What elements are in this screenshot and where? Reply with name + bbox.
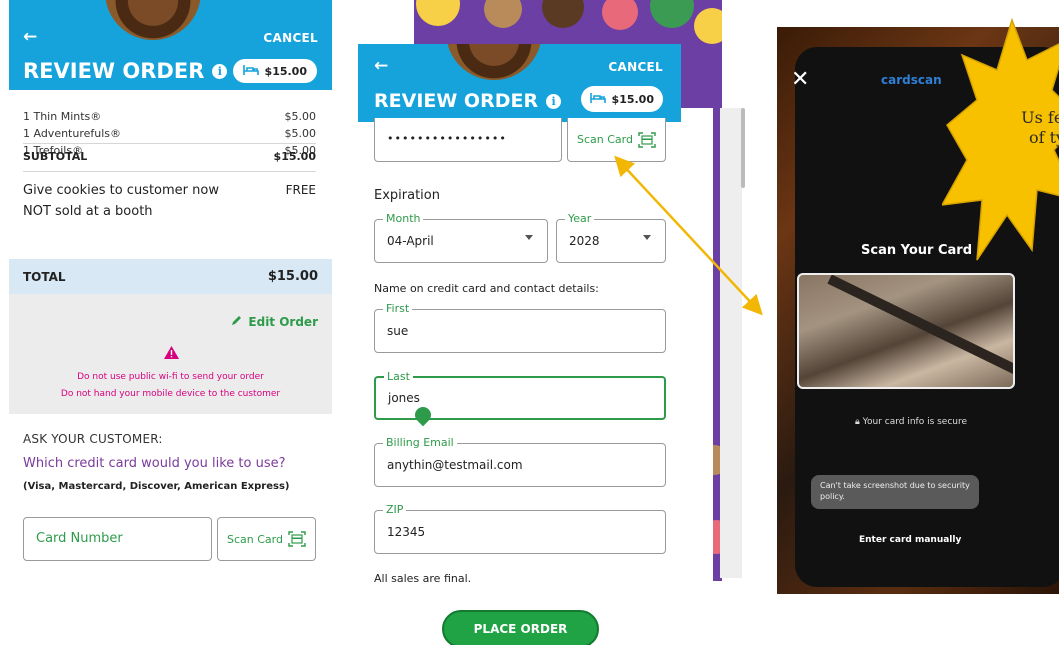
- first-value: sue: [387, 324, 409, 338]
- ask-customer-heading: ASK YOUR CUSTOMER:: [23, 432, 163, 446]
- zip-value: 12345: [387, 525, 426, 539]
- card-number-placeholder: Card Number: [36, 531, 123, 546]
- item-name: 1 Thin Mints®: [23, 110, 102, 123]
- zip-label: ZIP: [383, 503, 407, 516]
- scan-card-icon: [638, 131, 656, 148]
- page-title-text: REVIEW ORDER: [23, 59, 205, 83]
- email-field[interactable]: Billing Email anythin@testmail.com: [374, 436, 666, 487]
- back-arrow-icon[interactable]: ←: [23, 27, 37, 47]
- total-value: $15.00: [267, 269, 318, 284]
- give-cookies-price: FREE: [285, 183, 316, 197]
- first-name-field[interactable]: First sue: [374, 302, 666, 353]
- last-label: Last: [384, 370, 413, 383]
- header-bar: ← CANCEL REVIEW ORDER i $15.00: [9, 0, 332, 90]
- callout-text: Us fea of ty: [1021, 108, 1059, 147]
- warning-triangle-icon: [164, 344, 179, 359]
- edit-order-button[interactable]: Edit Order: [231, 314, 318, 329]
- zip-field[interactable]: ZIP 12345: [374, 503, 666, 554]
- cookie-shape: [650, 0, 694, 28]
- secure-note: 🔒︎ Your card info is secure: [855, 417, 967, 427]
- year-value: 2028: [569, 234, 600, 248]
- cart-total: $15.00: [611, 92, 654, 106]
- cookie-image: [105, 0, 201, 40]
- card-number-input[interactable]: Card Number: [23, 517, 212, 561]
- cookie-shape: [416, 0, 460, 26]
- cart-icon: [242, 64, 259, 79]
- year-label: Year: [565, 212, 595, 225]
- scan-card-button[interactable]: Scan Card: [567, 118, 666, 162]
- cancel-button[interactable]: CANCEL: [608, 60, 663, 74]
- cookie-shape: [542, 0, 584, 28]
- total-label: TOTAL: [23, 269, 66, 284]
- not-sold-text: NOT sold at a booth: [23, 204, 153, 219]
- item-name: 1 Adventurefuls®: [23, 127, 122, 140]
- pencil-icon: [231, 314, 243, 329]
- panel-background: [720, 108, 742, 578]
- item-price: $5.00: [284, 110, 317, 123]
- page-title-text: REVIEW ORDER: [374, 90, 539, 112]
- cardscan-logo: cardscan: [881, 73, 942, 87]
- total-row: TOTAL $15.00: [9, 259, 332, 294]
- month-select[interactable]: Month 04-April: [374, 212, 548, 263]
- cancel-button[interactable]: CANCEL: [263, 31, 318, 45]
- delivery-option: Give cookies to customer now FREE NOT so…: [23, 180, 316, 222]
- cookie-image: [446, 44, 542, 80]
- divider: [23, 143, 316, 144]
- back-arrow-icon[interactable]: ←: [374, 56, 388, 76]
- name-contact-label: Name on credit card and contact details:: [374, 282, 599, 295]
- first-label: First: [383, 302, 413, 315]
- subtotal-label: SUBTOTAL: [23, 150, 88, 163]
- last-value: jones: [388, 391, 420, 405]
- list-item: 1 Thin Mints® $5.00: [23, 108, 316, 125]
- page-title: REVIEW ORDER i: [374, 90, 562, 112]
- place-order-button[interactable]: PLACE ORDER: [442, 610, 599, 645]
- header-bar: ← CANCEL REVIEW ORDER i $15.00: [358, 44, 681, 122]
- cart-icon: [589, 92, 606, 107]
- cart-total-badge[interactable]: $15.00: [232, 59, 317, 83]
- info-icon[interactable]: i: [546, 93, 562, 109]
- info-icon[interactable]: i: [212, 63, 228, 79]
- scan-card-button[interactable]: Scan Card: [217, 517, 316, 561]
- all-sales-final-text: All sales are final.: [374, 572, 472, 585]
- year-select[interactable]: Year 2028: [556, 212, 666, 263]
- email-label: Billing Email: [383, 436, 457, 449]
- scan-card-icon: [288, 531, 306, 547]
- give-cookies-text: Give cookies to customer now: [23, 183, 219, 198]
- chevron-down-icon: [525, 235, 533, 240]
- secure-note-text: Your card info is secure: [862, 417, 968, 427]
- accepted-cards: (Visa, Mastercard, Discover, American Ex…: [23, 481, 290, 492]
- cart-total-badge[interactable]: $15.00: [580, 86, 663, 112]
- enter-card-manually-link[interactable]: Enter card manually: [859, 535, 961, 545]
- subtotal-row: SUBTOTAL $15.00: [23, 150, 316, 163]
- edit-order-label: Edit Order: [248, 314, 318, 329]
- scrollbar[interactable]: [741, 108, 745, 188]
- divider: [23, 171, 316, 172]
- month-label: Month: [383, 212, 424, 225]
- close-icon[interactable]: ✕: [791, 67, 809, 92]
- card-number-input[interactable]: ••••••••••••••••: [374, 118, 562, 162]
- email-value: anythin@testmail.com: [387, 458, 523, 472]
- card-number-value: ••••••••••••••••: [387, 132, 507, 145]
- list-item: 1 Adventurefuls® $5.00: [23, 125, 316, 142]
- lock-icon: 🔒︎: [855, 417, 860, 427]
- subtotal-value: $15.00: [273, 150, 316, 163]
- cookie-shape: [602, 0, 638, 30]
- cookie-shape: [484, 0, 522, 28]
- chevron-down-icon: [643, 235, 651, 240]
- month-value: 04-April: [387, 234, 434, 248]
- screenshot-toast: Can't take screenshot due to security po…: [811, 475, 979, 509]
- callout-starburst: [942, 17, 1059, 261]
- scan-card-label: Scan Card: [577, 133, 633, 146]
- warning-text: Do not hand your mobile device to the cu…: [60, 389, 281, 399]
- which-card-question: Which credit card would you like to use?: [23, 456, 286, 471]
- expiration-label: Expiration: [374, 188, 440, 203]
- review-order-screen-1: ← CANCEL REVIEW ORDER i $15.00 1 Thin Mi…: [9, 0, 332, 590]
- scan-card-label: Scan Card: [227, 532, 283, 546]
- cart-total: $15.00: [264, 64, 307, 78]
- cookie-shape: [694, 8, 722, 44]
- page-title: REVIEW ORDER i: [23, 59, 228, 83]
- item-price: $5.00: [284, 127, 317, 140]
- warning-text: Do not use public wi-fi to send your ord…: [77, 372, 264, 382]
